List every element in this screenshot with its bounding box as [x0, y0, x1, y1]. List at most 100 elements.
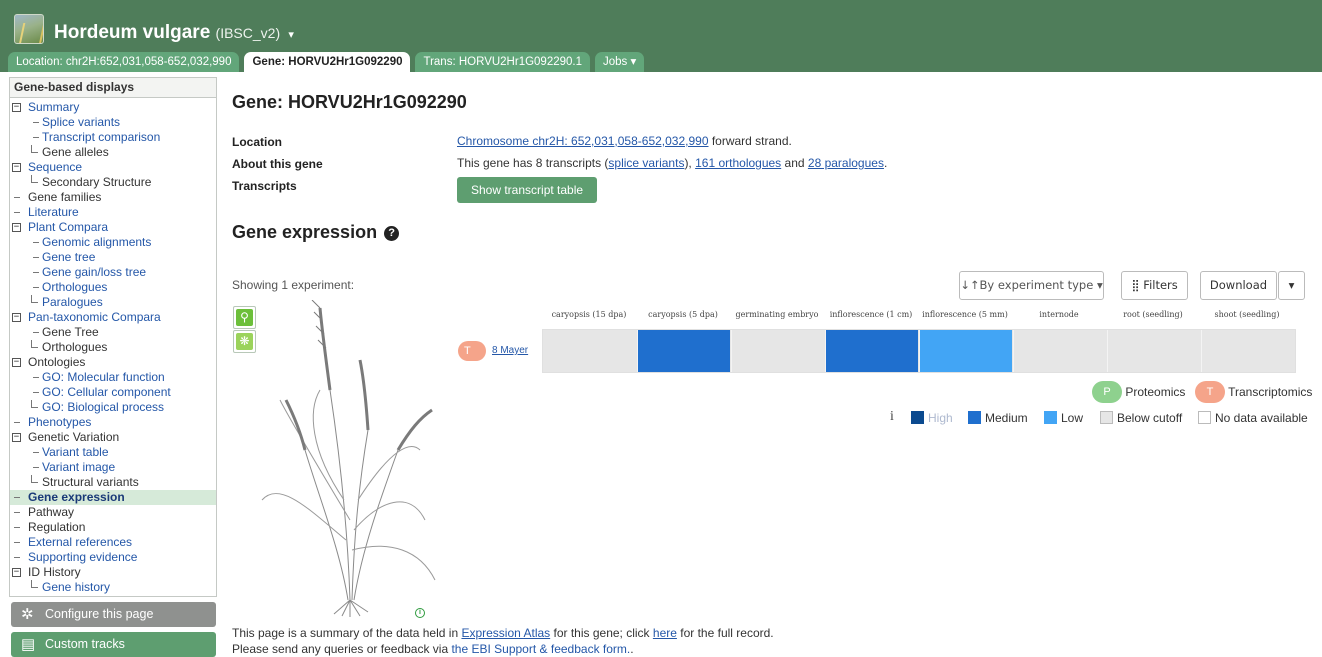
paralogues-link[interactable]: 28 paralogues — [808, 156, 884, 170]
legend-no-data: No data available — [1198, 410, 1308, 426]
heatmap-column-header[interactable]: germinating embryo — [730, 310, 824, 319]
sidebar-item-label: Secondary Structure — [42, 175, 152, 189]
sidebar-item-label: Variant table — [42, 445, 109, 459]
sidebar-item-paralogues[interactable]: Paralogues — [10, 295, 216, 310]
sidebar-item-pan-taxonomic-compara[interactable]: − Pan-taxonomic Compara — [10, 310, 216, 325]
collapse-icon[interactable]: − — [12, 433, 21, 442]
collapse-icon[interactable]: − — [12, 568, 21, 577]
sidebar-item-label: Gene history — [42, 580, 111, 594]
tab-location[interactable]: Location: chr2H:652,031,058-652,032,990 — [8, 52, 240, 72]
heatmap-column-header[interactable]: inflorescence (1 cm) — [824, 310, 918, 319]
assembly-name: (IBSC_v2) — [215, 25, 281, 41]
barley-anatomogram[interactable] — [250, 300, 450, 618]
sidebar-item-summary[interactable]: − Summary — [10, 100, 216, 115]
heatmap-cell[interactable] — [825, 330, 918, 372]
tree-connector — [33, 272, 39, 273]
sidebar-item-external-references[interactable]: External references — [10, 535, 216, 550]
expression-atlas-link[interactable]: Expression Atlas — [461, 626, 550, 640]
gene-expression-heading: Gene expression ? — [232, 222, 400, 243]
sidebar-item-variant-table[interactable]: Variant table — [10, 445, 216, 460]
atlas-note-end: for the full record. — [676, 626, 774, 640]
sidebar-item-gene-families[interactable]: Gene families — [10, 190, 216, 205]
heatmap-cell[interactable] — [1107, 330, 1200, 372]
help-icon[interactable]: ? — [384, 226, 400, 241]
sidebar-item-orthologues[interactable]: Orthologues — [10, 280, 216, 295]
legend-info-icon[interactable]: i — [890, 409, 894, 425]
sidebar-item-splice-variants[interactable]: Splice variants — [10, 115, 216, 130]
sidebar-item-phenotypes[interactable]: Phenotypes — [10, 415, 216, 430]
sidebar-item-transcript-comparison[interactable]: Transcript comparison — [10, 130, 216, 145]
sidebar-item-gene-history[interactable]: Gene history — [10, 580, 216, 595]
show-transcript-table-button[interactable]: Show transcript table — [457, 177, 598, 203]
sidebar-item-id-history[interactable]: − ID History — [10, 565, 216, 580]
sidebar-item-plant-compara[interactable]: − Plant Compara — [10, 220, 216, 235]
sort-by-experiment-type-dropdown[interactable]: ↓↑By experiment type ▾ — [959, 271, 1104, 300]
heatmap-cell[interactable] — [637, 330, 730, 372]
species-title[interactable]: Hordeum vulgare (IBSC_v2) ▾ — [54, 22, 294, 44]
tree-connector — [31, 295, 38, 303]
collapse-icon[interactable]: − — [12, 103, 21, 112]
collapse-icon[interactable]: − — [12, 223, 21, 232]
sidebar-item-label: Orthologues — [42, 340, 108, 354]
sidebar-item-secondary-structure[interactable]: Secondary Structure — [10, 175, 216, 190]
sidebar-item-gene-gain-loss-tree[interactable]: Gene gain/loss tree — [10, 265, 216, 280]
orthologues-link[interactable]: 161 orthologues — [695, 156, 781, 170]
heatmap-column-header[interactable]: shoot (seedling) — [1200, 310, 1294, 319]
sidebar-item-structural-variants[interactable]: Structural variants — [10, 475, 216, 490]
species-logo[interactable] — [14, 14, 44, 44]
tree-connector — [14, 542, 20, 543]
legend-low: Low — [1044, 410, 1083, 426]
heatmap-column-header[interactable]: inflorescence (5 mm) — [918, 310, 1012, 319]
full-record-link[interactable]: here — [653, 626, 677, 640]
heatmap-cell[interactable] — [543, 330, 636, 372]
heatmap-column-header[interactable]: root (seedling) — [1106, 310, 1200, 319]
collapse-icon[interactable]: − — [12, 313, 21, 322]
heatmap-column-header[interactable]: internode — [1012, 310, 1106, 319]
sidebar-item-sequence[interactable]: − Sequence — [10, 160, 216, 175]
sidebar-item-gene-tree[interactable]: Gene tree — [10, 250, 216, 265]
collapse-icon[interactable]: − — [12, 358, 21, 367]
experiment-link[interactable]: 8 Mayer — [492, 345, 528, 356]
sidebar-item-genetic-variation[interactable]: − Genetic Variation — [10, 430, 216, 445]
heatmap-column-header[interactable]: caryopsis (15 dpa) — [542, 310, 636, 319]
sidebar-item-supporting-evidence[interactable]: Supporting evidence — [10, 550, 216, 565]
sidebar-item-gene-expression[interactable]: Gene expression — [10, 490, 216, 505]
sidebar-item-go-cellular-component[interactable]: GO: Cellular component — [10, 385, 216, 400]
heatmap-cell[interactable] — [919, 330, 1012, 372]
splice-variants-link[interactable]: splice variants — [608, 156, 684, 170]
heatmap-grid — [542, 329, 1296, 373]
sidebar-item-literature[interactable]: Literature — [10, 205, 216, 220]
sidebar-item-regulation[interactable]: Regulation — [10, 520, 216, 535]
sidebar-item-orthologues[interactable]: Orthologues — [10, 340, 216, 355]
configure-page-button[interactable]: ✲ Configure this page — [11, 602, 216, 627]
collapse-icon[interactable]: − — [12, 163, 21, 172]
tab-gene[interactable]: Gene: HORVU2Hr1G092290 — [244, 52, 411, 72]
sidebar-item-gene-tree[interactable]: Gene Tree — [10, 325, 216, 340]
ebi-feedback-link[interactable]: the EBI Support & feedback form. — [451, 642, 630, 656]
tab-transcript[interactable]: Trans: HORVU2Hr1G092290.1 — [415, 52, 591, 72]
heatmap-cell[interactable] — [731, 330, 824, 372]
sidebar-item-gene-alleles[interactable]: Gene alleles — [10, 145, 216, 160]
sidebar-item-genomic-alignments[interactable]: Genomic alignments — [10, 235, 216, 250]
heatmap-cell[interactable] — [1201, 330, 1294, 372]
legend-medium-swatch — [968, 411, 981, 424]
download-options-caret-icon[interactable]: ▾ — [1278, 271, 1305, 300]
atlas-summary-note: This page is a summary of the data held … — [232, 626, 774, 640]
species-name[interactable]: Hordeum vulgare — [54, 22, 210, 43]
sidebar-item-go-molecular-function[interactable]: GO: Molecular function — [10, 370, 216, 385]
heatmap-column-header[interactable]: caryopsis (5 dpa) — [636, 310, 730, 319]
heatmap-cell[interactable] — [1013, 330, 1106, 372]
sidebar-item-go-biological-process[interactable]: GO: Biological process — [10, 400, 216, 415]
anatomogram-info-icon[interactable]: i — [415, 608, 425, 618]
download-button[interactable]: Download — [1200, 271, 1277, 300]
filters-button[interactable]: ⣿ Filters — [1121, 271, 1188, 300]
custom-tracks-button[interactable]: ▤ Custom tracks — [11, 632, 216, 657]
sidebar-item-variant-image[interactable]: Variant image — [10, 460, 216, 475]
species-dropdown-caret-icon[interactable]: ▾ — [288, 29, 294, 41]
sidebar-item-ontologies[interactable]: − Ontologies — [10, 355, 216, 370]
sidebar-item-label: Plant Compara — [28, 220, 109, 234]
location-link[interactable]: Chromosome chr2H: 652,031,058-652,032,99… — [457, 134, 709, 148]
sidebar-item-pathway[interactable]: Pathway — [10, 505, 216, 520]
tab-jobs[interactable]: Jobs ▾ — [595, 52, 645, 72]
sidebar-item-label: Pan-taxonomic Compara — [28, 310, 161, 324]
